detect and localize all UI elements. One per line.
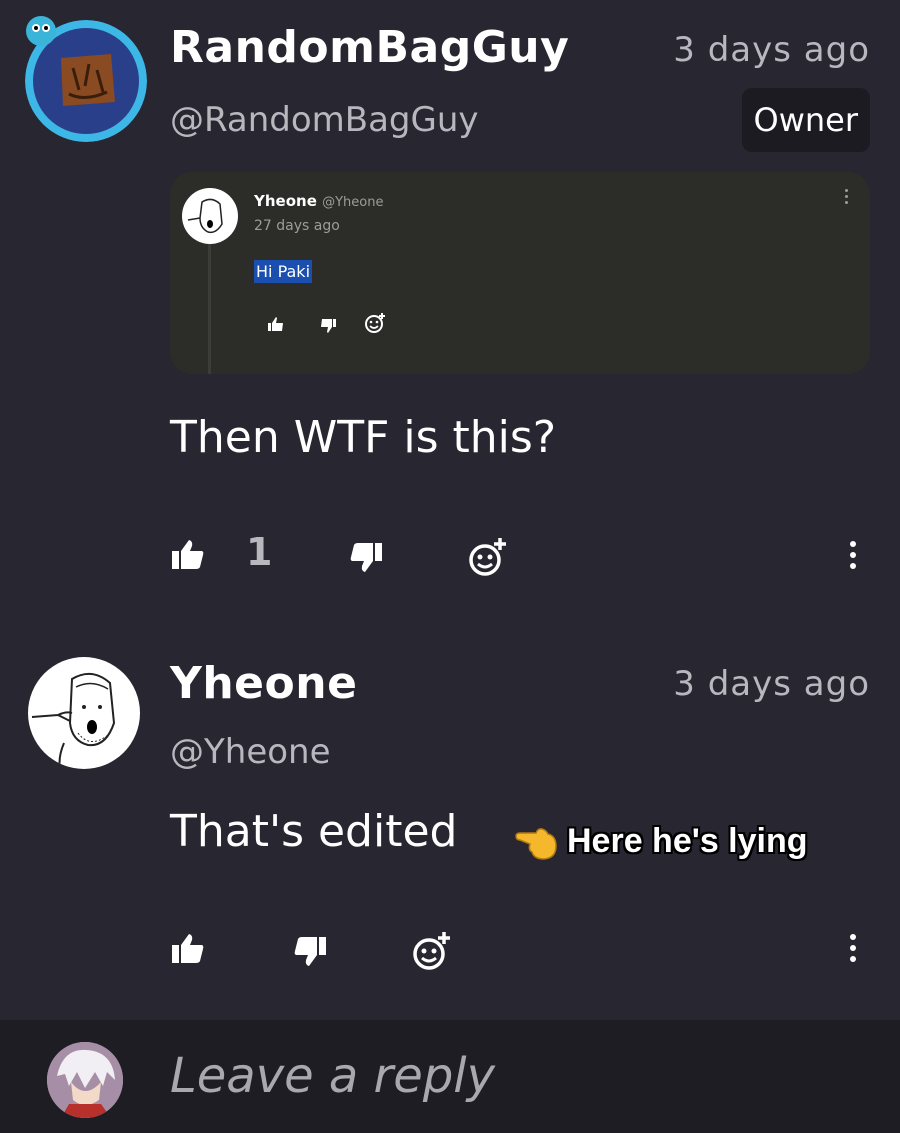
- embedded-dislike-icon: [320, 318, 336, 337]
- comment-handle[interactable]: @RandomBagGuy: [170, 100, 479, 140]
- reply-input[interactable]: Leave a reply: [170, 1048, 495, 1104]
- thumbs-down-icon: [350, 543, 382, 572]
- comment-author[interactable]: Yheone: [170, 658, 357, 709]
- like-button[interactable]: [170, 532, 206, 576]
- add-reaction-button[interactable]: [466, 534, 510, 580]
- avatar-yheone[interactable]: [28, 657, 140, 769]
- embedded-like-icon: [268, 316, 284, 335]
- comment-timestamp: 3 days ago: [673, 30, 870, 70]
- emoji-add-icon: [469, 538, 506, 576]
- emoji-add-icon: [413, 932, 450, 970]
- embedded-avatar: [182, 188, 238, 244]
- thumbs-up-icon: [172, 540, 204, 569]
- embedded-author: Yheone: [254, 192, 317, 210]
- embedded-timestamp: 27 days ago: [254, 218, 340, 234]
- embedded-more-icon: [838, 184, 854, 208]
- current-user-avatar[interactable]: [47, 1042, 123, 1118]
- wojak-pointing-image: [31, 672, 116, 769]
- embedded-reaction-icon: [364, 312, 386, 338]
- embedded-comment-screenshot: Yheone @Yheone 27 days ago Hi Paki: [170, 172, 870, 374]
- comment-handle[interactable]: @Yheone: [170, 732, 331, 772]
- embedded-handle: @Yheone: [322, 195, 384, 210]
- more-options-icon[interactable]: [838, 535, 868, 575]
- thumbs-down-icon: [294, 937, 326, 966]
- thumbs-up-icon: [172, 934, 204, 963]
- anime-avatar-image: [47, 1042, 123, 1118]
- comment-body: Then WTF is this?: [170, 412, 557, 463]
- comment-author[interactable]: RandomBagGuy: [170, 22, 569, 73]
- owner-badge: Owner: [741, 88, 870, 152]
- like-count: 1: [246, 530, 273, 574]
- thread-line: [208, 244, 211, 374]
- comment-body: That's edited: [170, 806, 458, 857]
- more-options-icon[interactable]: [838, 928, 868, 968]
- reply-bar: Leave a reply: [0, 1020, 900, 1133]
- comment-timestamp: 3 days ago: [673, 664, 870, 704]
- avatar-badge-creature-icon: [24, 14, 58, 48]
- dislike-button[interactable]: [348, 536, 384, 580]
- add-reaction-button[interactable]: [410, 928, 454, 974]
- overlay-caption: Here he's lying: [567, 822, 808, 860]
- embedded-body: Hi Paki: [254, 260, 313, 283]
- dislike-button[interactable]: [292, 930, 328, 974]
- pointing-hand-icon: [514, 822, 558, 866]
- wojak-face-icon: [187, 198, 223, 234]
- like-button[interactable]: [170, 926, 206, 970]
